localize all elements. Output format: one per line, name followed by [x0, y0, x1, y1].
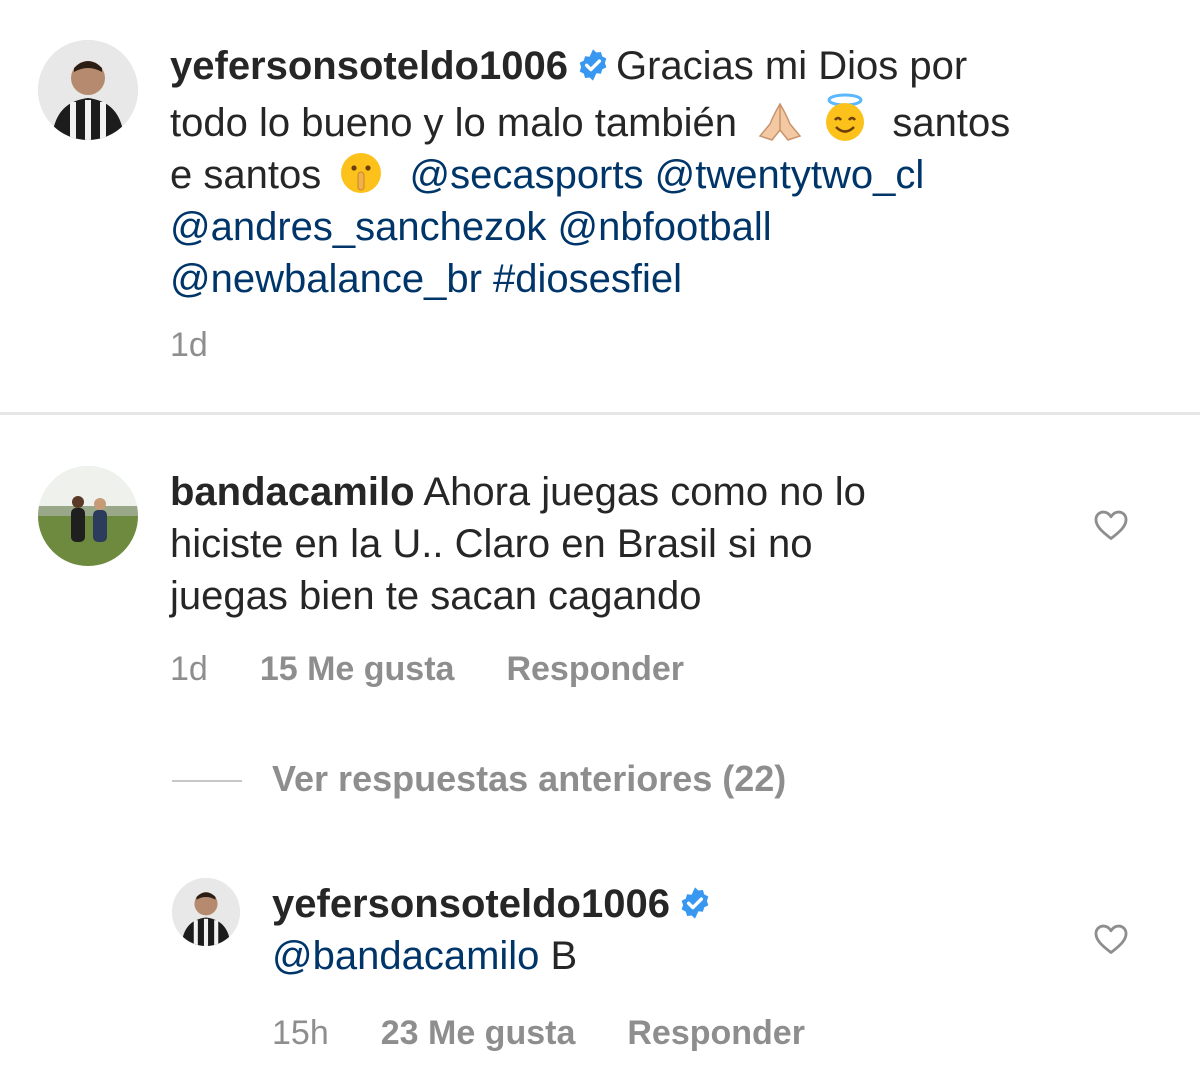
reply-username[interactable]: yefersonsoteldo1006 [272, 882, 670, 926]
verified-badge-icon [678, 881, 712, 919]
caption-line-5: @newbalance_br #diosesfiel [170, 253, 1170, 305]
hashtag-diosesfiel[interactable]: #diosesfiel [493, 257, 682, 301]
reply-meta: 15h 23 Me gusta Responder [272, 1014, 857, 1053]
caption-line-2: todo lo bueno y lo malo también santos [170, 92, 1170, 149]
verified-badge-icon [576, 43, 610, 81]
comment-likes[interactable]: 15 Me gusta [260, 650, 455, 688]
comment-text-1: Ahora juegas como no lo [423, 470, 866, 514]
caption-line-3: e santos @secasports @twentytwo_cl [170, 149, 1170, 201]
reply-reply-button[interactable]: Responder [627, 1014, 805, 1052]
comment-body: bandacamilo Ahora juegas como no lo hici… [170, 466, 1070, 622]
view-replies-label[interactable]: Ver respuestas anteriores (22) [272, 758, 786, 799]
comment-avatar[interactable] [38, 466, 138, 566]
comment-line-2: hiciste en la U.. Claro en Brasil si no [170, 522, 813, 566]
folded-hands-emoji [754, 100, 806, 144]
reply-line-1: yefersonsoteldo1006 [272, 878, 1072, 930]
comment-heart-icon[interactable] [1092, 506, 1130, 544]
mention-twentytwo-cl[interactable]: @twentytwo_cl [655, 153, 925, 197]
post-username[interactable]: yefersonsoteldo1006 [170, 44, 568, 88]
caption-text-2: todo lo bueno y lo malo también [170, 101, 738, 145]
reply-timestamp: 15h [272, 1014, 329, 1052]
caption-text-3: santos [892, 101, 1011, 145]
caption-text-4: e santos [170, 153, 322, 197]
comment-timestamp: 1d [170, 650, 208, 688]
replies-divider-line [172, 780, 242, 783]
caption-text-1: Gracias mi Dios por [615, 44, 968, 88]
comment-line-1: bandacamilo Ahora juegas como no lo [170, 466, 1070, 518]
reply-likes[interactable]: 23 Me gusta [381, 1014, 576, 1052]
reply-line-2: @bandacamilo B [272, 930, 1072, 982]
post-avatar[interactable] [38, 40, 138, 140]
section-divider [0, 412, 1200, 415]
comment-line-3: juegas bien te sacan cagando [170, 574, 702, 618]
smiling-face-with-halo-emoji [819, 92, 871, 144]
comment-meta: 1d 15 Me gusta Responder [170, 650, 736, 689]
comment-username[interactable]: bandacamilo [170, 470, 415, 514]
mention-secasports[interactable]: @secasports [409, 153, 643, 197]
mention-andres-sanchezok[interactable]: @andres_sanchezok [170, 205, 546, 249]
reply-avatar[interactable] [172, 878, 240, 946]
post-timestamp: 1d [170, 326, 208, 364]
caption-line-4: @andres_sanchezok @nbfootball [170, 201, 1170, 253]
view-previous-replies[interactable]: Ver respuestas anteriores (22) [172, 758, 786, 800]
mention-nbfootball[interactable]: @nbfootball [558, 205, 772, 249]
comment-reply-button[interactable]: Responder [506, 650, 684, 688]
mention-newbalance-br[interactable]: @newbalance_br [170, 257, 482, 301]
post-meta: 1d [170, 326, 260, 365]
reply-text: B [550, 934, 578, 978]
reply-heart-icon[interactable] [1092, 920, 1130, 958]
caption-line-1: yefersonsoteldo1006 Gracias mi Dios por [170, 40, 1170, 92]
shushing-face-emoji [338, 150, 384, 196]
reply-body: yefersonsoteldo1006 @bandacamilo B [272, 878, 1072, 982]
post-caption: yefersonsoteldo1006 Gracias mi Dios por t… [170, 40, 1170, 305]
reply-mention[interactable]: @bandacamilo [272, 934, 539, 978]
